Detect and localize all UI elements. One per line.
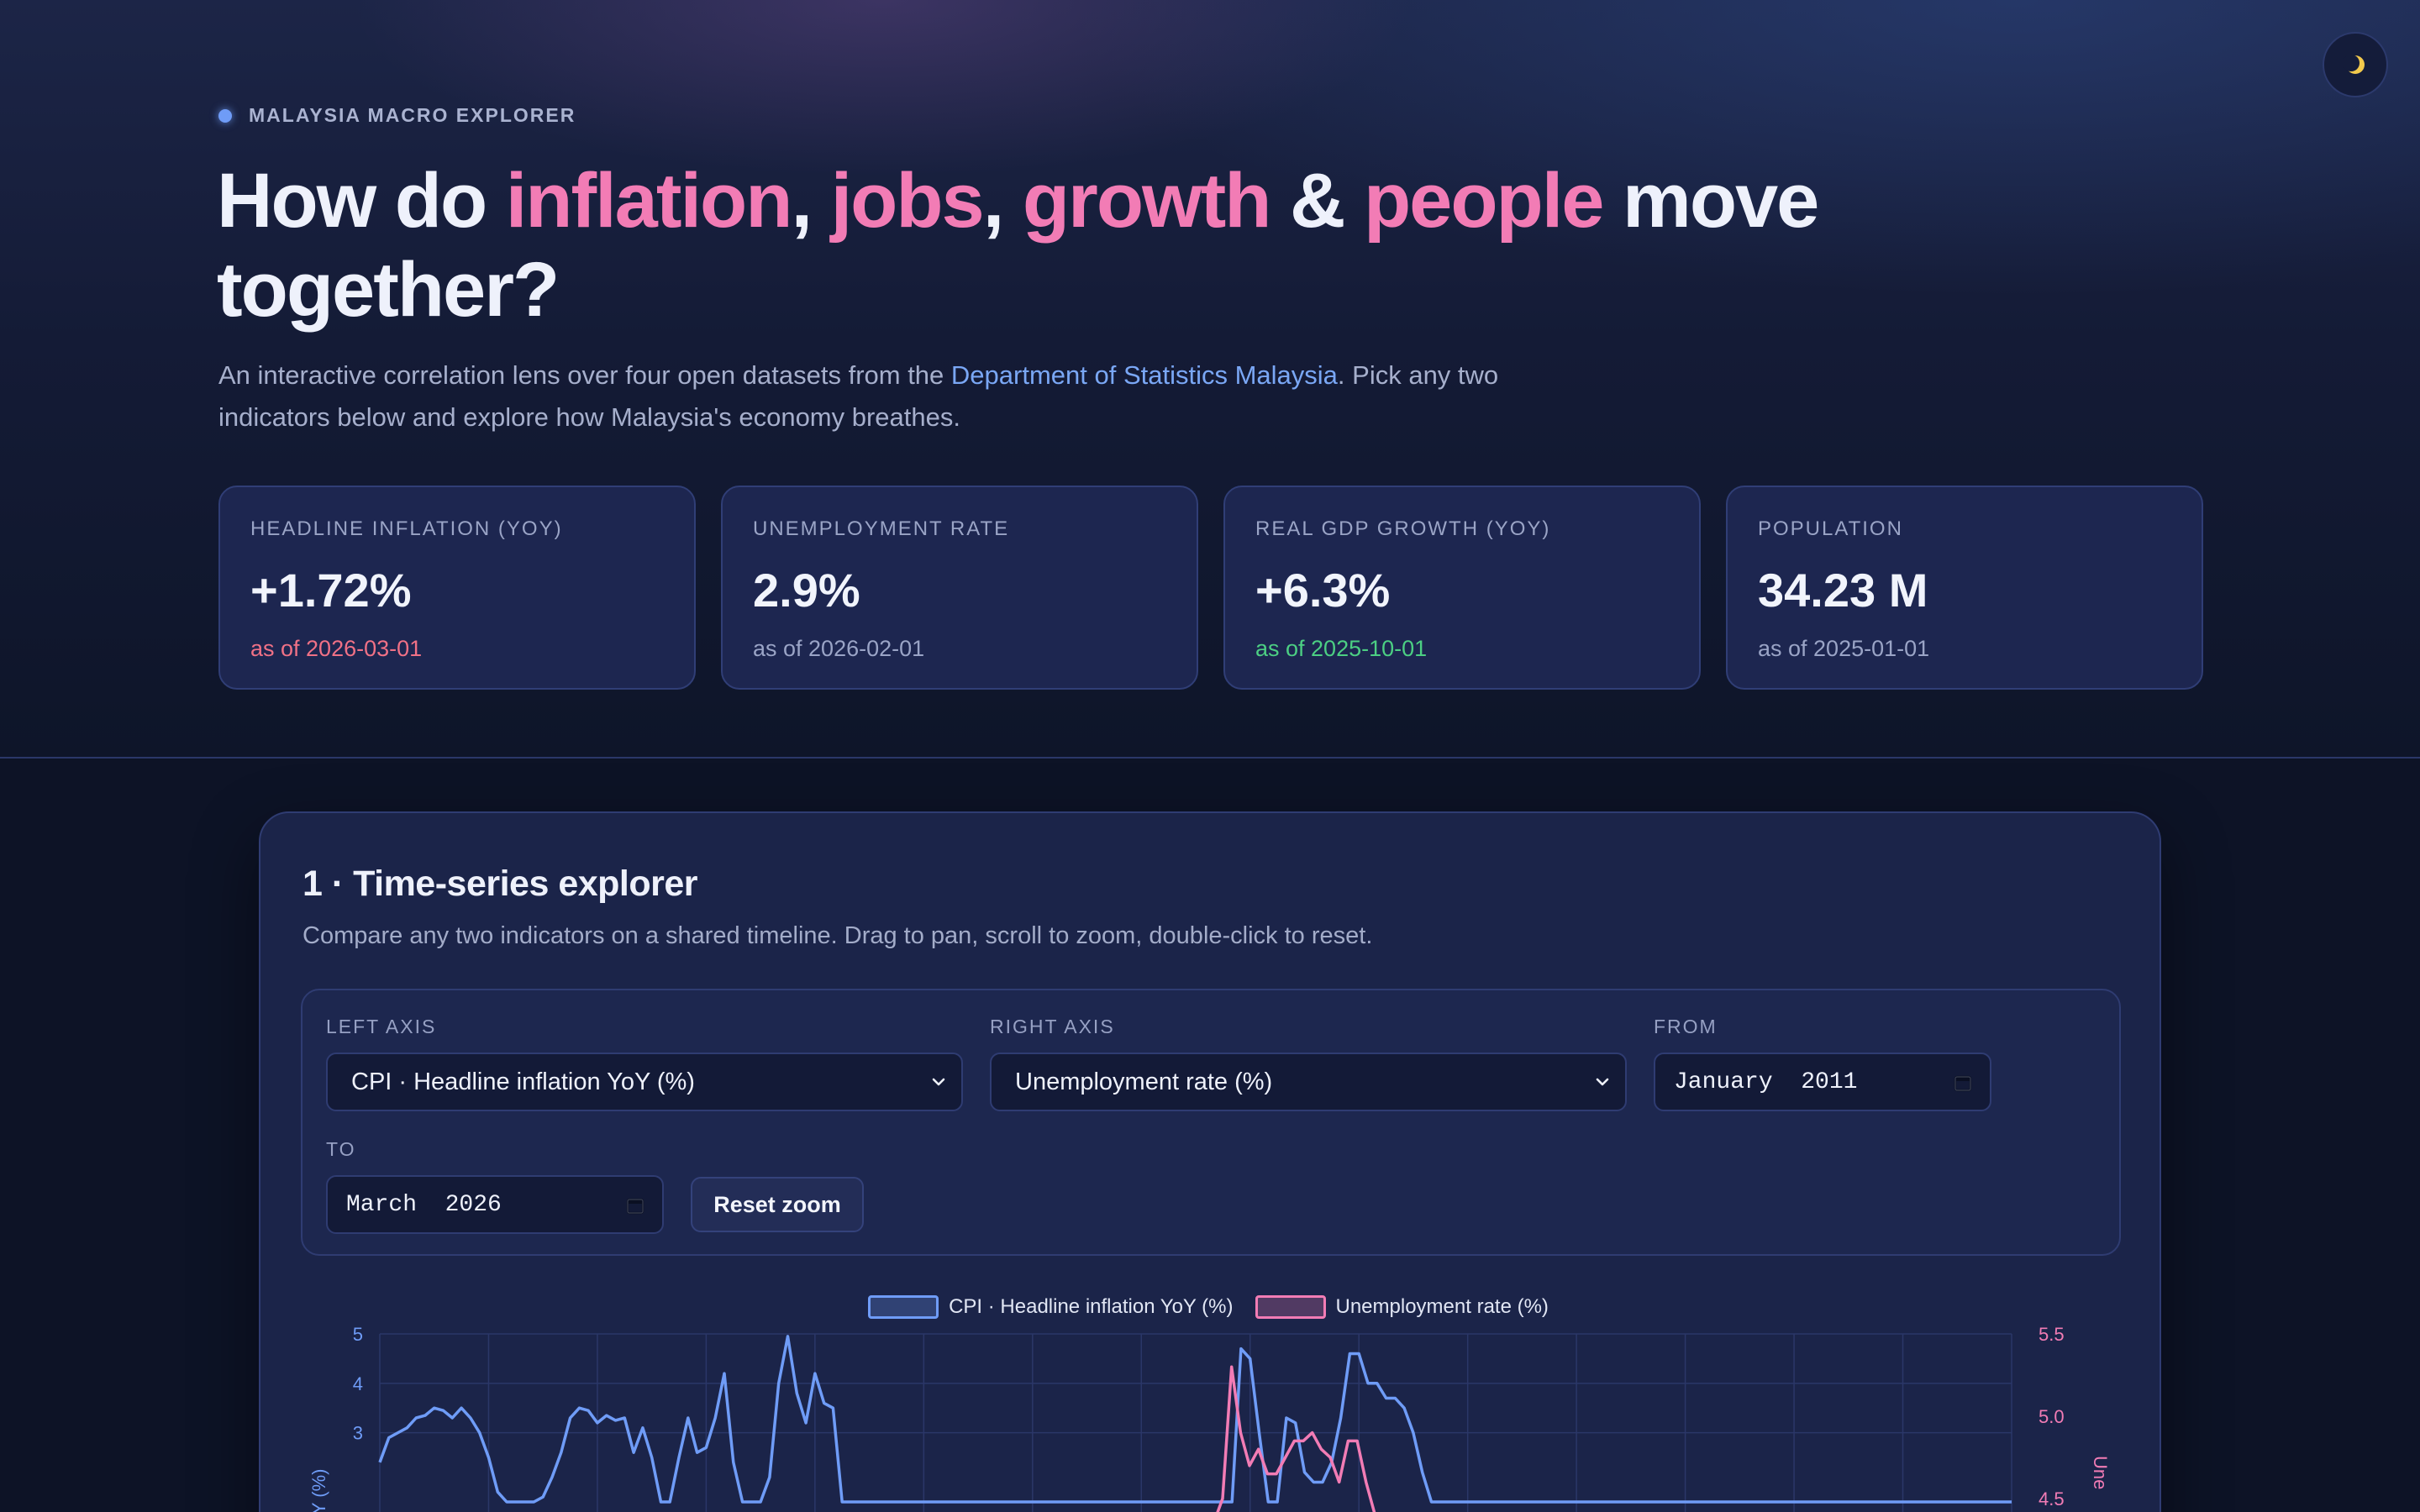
chevron-down-icon xyxy=(932,1078,945,1086)
left-axis-tick-label: 3 xyxy=(353,1423,363,1444)
headline-text: & xyxy=(1270,158,1364,244)
stat-value: +6.3% xyxy=(1255,564,1391,617)
stat-card-population: POPULATION 34.23 M as of 2025-01-01 xyxy=(1726,486,2203,690)
calendar-icon[interactable] xyxy=(625,1195,645,1215)
theme-toggle-button[interactable] xyxy=(2323,32,2388,97)
hero-section: MALAYSIA MACRO EXPLORER How do inflation… xyxy=(0,0,2420,759)
right-axis-label: RIGHT AXIS xyxy=(990,1016,1115,1037)
page-title: How do inflation, jobs, growth & people … xyxy=(217,156,1897,334)
stat-card-gdp: REAL GDP GROWTH (YOY) +6.3% as of 2025-1… xyxy=(1223,486,1701,690)
stat-asof: as of 2025-01-01 xyxy=(1758,636,1930,661)
lede-paragraph: An interactive correlation lens over fou… xyxy=(218,354,1529,438)
eyebrow: MALAYSIA MACRO EXPLORER xyxy=(218,104,576,127)
right-axis-tick-label: 5.5 xyxy=(2039,1326,2065,1345)
stat-value: 34.23 M xyxy=(1758,564,1928,617)
time-series-panel: 1 · Time-series explorer Compare any two… xyxy=(259,811,2161,1512)
panel-title: 1 · Time-series explorer xyxy=(302,864,698,904)
lede-text: An interactive correlation lens over fou… xyxy=(218,360,951,390)
left-axis-select-value: CPI · Headline inflation YoY (%) xyxy=(351,1068,695,1095)
calendar-icon[interactable] xyxy=(1953,1073,1973,1093)
legend-label: CPI · Headline inflation YoY (%) xyxy=(949,1295,1234,1318)
stat-card-unemployment: UNEMPLOYMENT RATE 2.9% as of 2026-02-01 xyxy=(721,486,1198,690)
headline-text: How do xyxy=(217,158,506,244)
chart-legend: CPI · Headline inflation YoY (%) Unemplo… xyxy=(260,1295,2160,1319)
stat-value: +1.72% xyxy=(250,564,412,617)
unemployment-series-line xyxy=(1216,1365,1376,1512)
headline-text: , xyxy=(982,158,1023,244)
stats-row: HEADLINE INFLATION (YOY) +1.72% as of 20… xyxy=(218,486,2203,690)
right-axis-title: Une xyxy=(2090,1456,2111,1489)
headline-highlight-inflation: inflation xyxy=(505,158,793,244)
stat-value: 2.9% xyxy=(753,564,860,617)
to-date-input[interactable]: March 2026 xyxy=(326,1175,664,1234)
legend-item-cpi[interactable]: CPI · Headline inflation YoY (%) xyxy=(868,1295,1234,1319)
headline-highlight-jobs: jobs xyxy=(830,158,985,244)
legend-swatch xyxy=(1255,1295,1326,1319)
stat-label: REAL GDP GROWTH (YOY) xyxy=(1255,517,1551,540)
reset-zoom-button[interactable]: Reset zoom xyxy=(691,1177,864,1232)
right-axis-select[interactable]: Unemployment rate (%) xyxy=(990,1053,1627,1111)
eyebrow-text: MALAYSIA MACRO EXPLORER xyxy=(249,104,576,126)
left-axis-tick-label: 5 xyxy=(353,1326,363,1345)
from-date-value: January 2011 xyxy=(1674,1068,1858,1095)
to-date-value: March 2026 xyxy=(346,1191,502,1218)
stat-label: HEADLINE INFLATION (YOY) xyxy=(250,517,563,540)
right-axis-tick-label: 5.0 xyxy=(2039,1406,2065,1427)
headline-text: , xyxy=(791,158,831,244)
legend-label: Unemployment rate (%) xyxy=(1335,1295,1549,1318)
legend-swatch xyxy=(868,1295,939,1319)
stat-asof: as of 2025-10-01 xyxy=(1255,636,1428,661)
headline-highlight-people: people xyxy=(1363,158,1604,244)
controls-box: LEFT AXIS CPI · Headline inflation YoY (… xyxy=(301,989,2121,1256)
stat-asof: as of 2026-02-01 xyxy=(753,636,925,661)
cpi-series-line xyxy=(378,1335,2012,1504)
moon-icon xyxy=(2343,55,2365,74)
left-axis-select[interactable]: CPI · Headline inflation YoY (%) xyxy=(326,1053,963,1111)
to-label: TO xyxy=(326,1138,356,1160)
time-series-chart[interactable]: 5 4 3 5.5 5.0 4.5 YoY (%) Une xyxy=(260,1326,2161,1512)
from-label: FROM xyxy=(1654,1016,1718,1037)
chevron-down-icon xyxy=(1596,1078,1609,1086)
stat-label: POPULATION xyxy=(1758,517,1903,540)
right-axis-tick-label: 4.5 xyxy=(2039,1488,2065,1509)
from-date-input[interactable]: January 2011 xyxy=(1654,1053,1991,1111)
stat-asof: as of 2026-03-01 xyxy=(250,636,423,661)
headline-highlight-growth: growth xyxy=(1022,158,1272,244)
left-axis-title: YoY (%) xyxy=(308,1469,329,1512)
status-dot-icon xyxy=(218,108,232,123)
dosm-link[interactable]: Department of Statistics Malaysia xyxy=(951,360,1338,390)
left-axis-label: LEFT AXIS xyxy=(326,1016,437,1037)
stat-label: UNEMPLOYMENT RATE xyxy=(753,517,1010,540)
stat-card-inflation: HEADLINE INFLATION (YOY) +1.72% as of 20… xyxy=(218,486,696,690)
panel-description: Compare any two indicators on a shared t… xyxy=(302,922,1373,949)
left-axis-tick-label: 4 xyxy=(353,1373,363,1394)
legend-item-unemployment[interactable]: Unemployment rate (%) xyxy=(1255,1295,1549,1319)
right-axis-select-value: Unemployment rate (%) xyxy=(1015,1068,1273,1095)
